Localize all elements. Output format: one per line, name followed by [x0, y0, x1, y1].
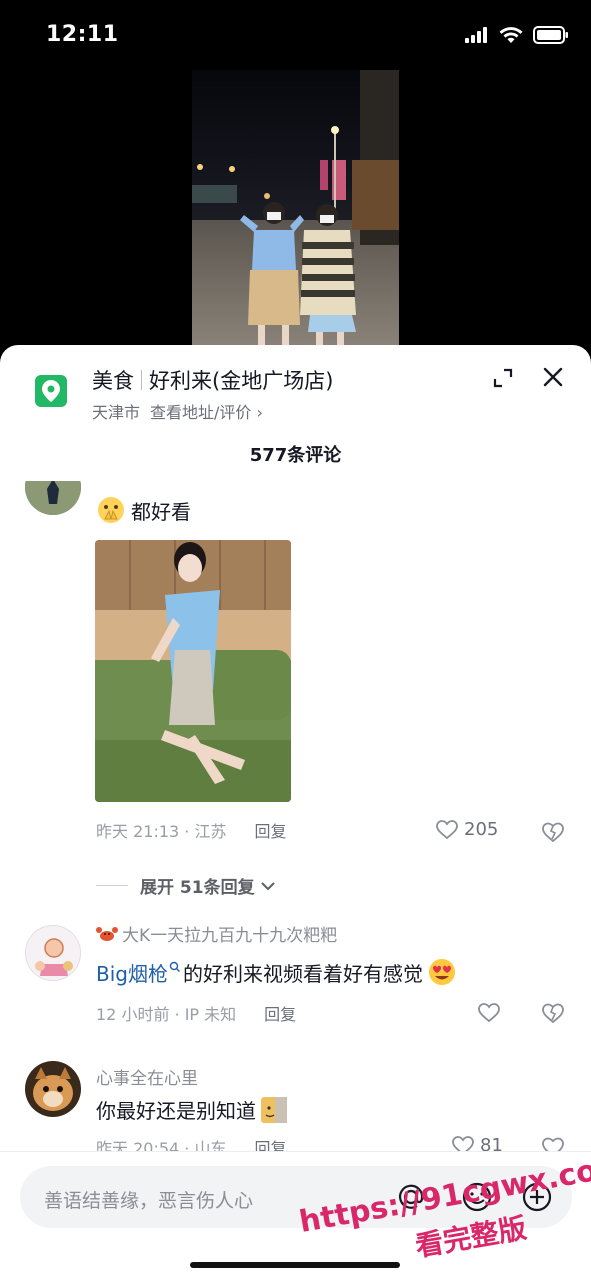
mention-link[interactable]: Big烟枪: [96, 958, 168, 987]
poi-divider: [141, 370, 142, 390]
dislike-icon[interactable]: [541, 821, 565, 843]
comment-username[interactable]: 大K一天拉九百九十九次粑粑: [96, 921, 337, 946]
expand-replies-button[interactable]: 展开 51条回复: [96, 873, 277, 898]
comment-body: 都好看: [131, 499, 191, 524]
comment-time: 昨天 21:13 · 江苏: [96, 822, 227, 841]
close-icon[interactable]: [541, 365, 565, 389]
battery-icon: [533, 26, 568, 44]
search-icon: [169, 961, 180, 972]
home-indicator[interactable]: [190, 1262, 400, 1268]
heart-eyes-emoji-icon: [428, 959, 455, 985]
avatar[interactable]: [25, 481, 81, 515]
avatar[interactable]: [25, 925, 81, 981]
reply-button[interactable]: 回复: [254, 1135, 286, 1151]
add-icon[interactable]: [520, 1180, 554, 1214]
comment-input-bar: 善语结善缘，恶言伤人心: [0, 1151, 591, 1280]
expand-icon[interactable]: [492, 367, 514, 389]
poi-header[interactable]: 美食 好利来(金地广场店) 天津市 查看地址/评价 ›: [0, 345, 591, 435]
emoji-pray-icon: [98, 497, 124, 523]
avatar[interactable]: [25, 1061, 81, 1117]
like-button[interactable]: 205: [436, 819, 498, 840]
status-time: 12:11: [46, 22, 119, 47]
reply-button[interactable]: 回复: [254, 818, 286, 842]
location-pin-icon: [35, 375, 67, 407]
expand-divider: [96, 885, 128, 886]
poi-detail-link[interactable]: 查看地址/评价 ›: [150, 399, 263, 423]
comment-input-placeholder: 善语结善缘，恶言伤人心: [44, 1190, 254, 1212]
comment-meta: 昨天 20:54 · 山东 回复: [96, 1135, 286, 1151]
comment-input[interactable]: 善语结善缘，恶言伤人心: [20, 1166, 572, 1228]
video-player[interactable]: [0, 70, 591, 345]
comments-sheet: 美食 好利来(金地广场店) 天津市 查看地址/评价 › 577条评论 都好看 昨…: [0, 345, 591, 1280]
status-icons: [465, 26, 569, 44]
expand-replies-label: 展开 51条回复: [140, 878, 255, 898]
signal-icon: [465, 27, 487, 43]
comment-body: 你最好还是别知道: [96, 1099, 256, 1123]
dislike-icon[interactable]: [541, 1002, 565, 1024]
like-count: 81: [480, 1135, 503, 1151]
heart-icon[interactable]: [478, 1003, 500, 1023]
poi-subtitle: 天津市 查看地址/评价 ›: [92, 399, 263, 423]
heart-icon: [452, 1135, 474, 1151]
comment-text: 都好看: [96, 495, 191, 525]
dislike-icon[interactable]: [541, 1136, 565, 1151]
crab-emoji-icon: [96, 926, 118, 941]
poi-category: 美食: [92, 369, 134, 393]
comment-meta: 12 小时前 · IP 未知 回复: [96, 1001, 296, 1025]
comment-image[interactable]: [95, 540, 291, 802]
chevron-down-icon: [260, 881, 275, 890]
comment-time: 昨天 20:54 · 山东: [96, 1139, 227, 1151]
comment-body: 的好利来视频看着好有感觉: [182, 961, 423, 986]
poi-name: 好利来(金地广场店): [149, 369, 334, 393]
video-frame: [192, 70, 399, 345]
doge-emoji-icon: [261, 1096, 287, 1123]
mention-at-icon[interactable]: [394, 1180, 428, 1214]
reply-button[interactable]: 回复: [264, 1001, 296, 1025]
like-count: 205: [464, 819, 499, 840]
status-bar: 12:11: [0, 0, 591, 70]
comment-count: 577条评论: [249, 445, 342, 466]
comment-username[interactable]: 心事全在心里: [96, 1064, 198, 1089]
video-still: [192, 70, 399, 345]
poi-city: 天津市: [92, 403, 141, 422]
poi-title[interactable]: 美食 好利来(金地广场店): [92, 365, 333, 395]
comment-meta: 昨天 21:13 · 江苏 回复: [96, 818, 286, 842]
comment-text: Big烟枪 的好利来视频看着好有感觉: [96, 957, 457, 987]
comment-list[interactable]: 都好看 昨天 21:13 · 江苏 回复 205 展开 51条回复 大K一天拉九…: [0, 481, 591, 1151]
comment-time: 12 小时前 · IP 未知: [96, 1005, 237, 1024]
emoji-icon[interactable]: [460, 1180, 494, 1214]
comment-text: 你最好还是别知道: [96, 1095, 288, 1124]
wifi-icon: [499, 26, 523, 43]
comment-username-text: 大K一天拉九百九十九次粑粑: [122, 926, 338, 946]
like-button[interactable]: 81: [452, 1135, 503, 1151]
heart-icon: [436, 819, 458, 839]
